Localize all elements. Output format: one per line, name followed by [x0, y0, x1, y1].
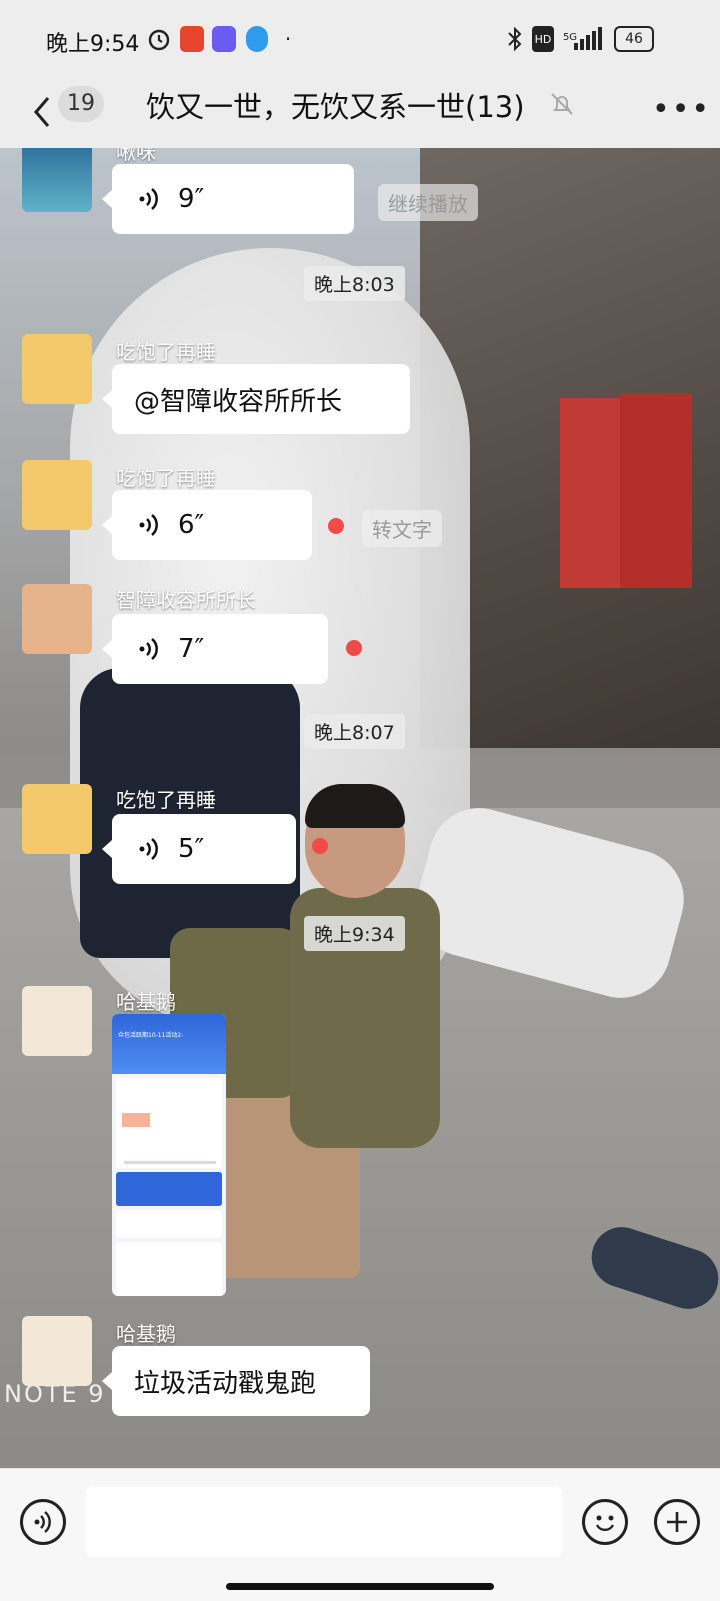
message-input[interactable] [86, 1487, 562, 1557]
shot-card [116, 1078, 222, 1168]
hd-icon: HD [532, 26, 554, 52]
battery-icon: 46 [614, 26, 654, 52]
voice-message[interactable]: 7″ [102, 614, 328, 684]
shot-list [116, 1242, 222, 1296]
sender-name: 智障收容所所长 [116, 588, 256, 612]
browser-app-icon [246, 26, 268, 52]
plus-glyph [667, 1512, 687, 1532]
more-icon[interactable]: ••• [652, 92, 711, 127]
emoji-glyph [595, 1515, 615, 1532]
wallpaper-child-1 [80, 668, 300, 958]
voice-duration: 7″ [178, 634, 205, 664]
voice-input-icon[interactable] [20, 1499, 66, 1545]
chat-title: 饮又一世，无饮又系一世(13) [146, 90, 525, 124]
sender-name: 吃饱了再睡 [116, 788, 216, 812]
game-app-icon [212, 26, 236, 52]
more-notifs-dot: · [284, 27, 292, 51]
sender-name: 啾咪 [116, 148, 156, 164]
timestamp: 晚上8:03 [304, 266, 405, 301]
signal-icon [574, 27, 602, 50]
bluetooth-icon [508, 26, 522, 52]
alarm-icon [148, 29, 170, 51]
to-text-button[interactable]: 转文字 [362, 510, 442, 547]
input-bar [0, 1468, 720, 1601]
voice-message[interactable]: 9″ [102, 164, 354, 234]
emoji-icon[interactable] [582, 1499, 628, 1545]
wallpaper-red-sign-2 [620, 393, 692, 588]
voice-duration: 5″ [178, 834, 205, 864]
timestamp: 晚上8:07 [304, 714, 405, 749]
sender-name: 哈基鹅 [116, 1322, 176, 1346]
voice-message[interactable]: 6″ [102, 490, 312, 560]
unplayed-dot [328, 518, 344, 534]
shot-chip [122, 1113, 150, 1127]
chat-area[interactable]: NOTE 9 P 啾咪 9″ 继续播放 晚上8:03 吃饱了再睡 @智障收容所所… [0, 148, 720, 1468]
voice-duration: 6″ [178, 510, 205, 540]
image-message[interactable]: 众包活跃期10-11活动2- [112, 1014, 226, 1296]
voice-wave-icon [139, 638, 158, 660]
status-time: 晚上9:54 [46, 32, 140, 57]
wallpaper-child-2-hair [305, 784, 405, 828]
shot-banner [116, 1172, 222, 1206]
home-indicator[interactable] [226, 1583, 494, 1590]
timestamp: 晚上9:34 [304, 916, 405, 951]
unread-count-badge[interactable]: 19 [58, 86, 104, 122]
plus-icon[interactable] [654, 1499, 700, 1545]
avatar[interactable] [22, 986, 92, 1056]
voice-input-glyph [34, 1511, 51, 1533]
voice-message[interactable]: 5″ [102, 814, 296, 884]
voice-wave-icon [139, 838, 158, 860]
shot-header: 众包活跃期10-11活动2- [112, 1014, 226, 1074]
app-notif-icon [180, 26, 204, 52]
avatar[interactable] [22, 460, 92, 530]
shot-text-block [116, 1210, 222, 1238]
unplayed-dot [312, 838, 328, 854]
avatar[interactable] [22, 148, 92, 212]
shot-title: 众包活跃期10-11活动2- [118, 1032, 184, 1039]
message-text: 垃圾活动戳鬼跑 [134, 1368, 317, 1399]
text-message[interactable]: 垃圾活动戳鬼跑 [102, 1346, 370, 1416]
shot-progress [124, 1161, 216, 1164]
avatar[interactable] [22, 334, 92, 404]
battery-level: 46 [625, 31, 643, 47]
bell-off-icon [551, 93, 573, 115]
status-bar: 晚上9:54 · HD 5G 46 [0, 0, 720, 78]
voice-wave-icon [139, 188, 158, 210]
voice-wave-icon [139, 514, 158, 536]
avatar[interactable] [22, 584, 92, 654]
sender-name: 吃饱了再睡 [116, 466, 216, 490]
back-icon[interactable] [28, 92, 60, 132]
sender-name: 哈基鹅 [116, 990, 176, 1014]
sender-name: 吃饱了再睡 [116, 340, 216, 364]
unplayed-dot [346, 640, 362, 656]
continue-play-button[interactable]: 继续播放 [378, 184, 478, 221]
message-text: @智障收容所所长 [134, 386, 343, 417]
avatar[interactable] [22, 1316, 92, 1386]
voice-duration: 9″ [178, 184, 205, 214]
avatar[interactable] [22, 784, 92, 854]
text-message[interactable]: @智障收容所所长 [102, 364, 410, 434]
